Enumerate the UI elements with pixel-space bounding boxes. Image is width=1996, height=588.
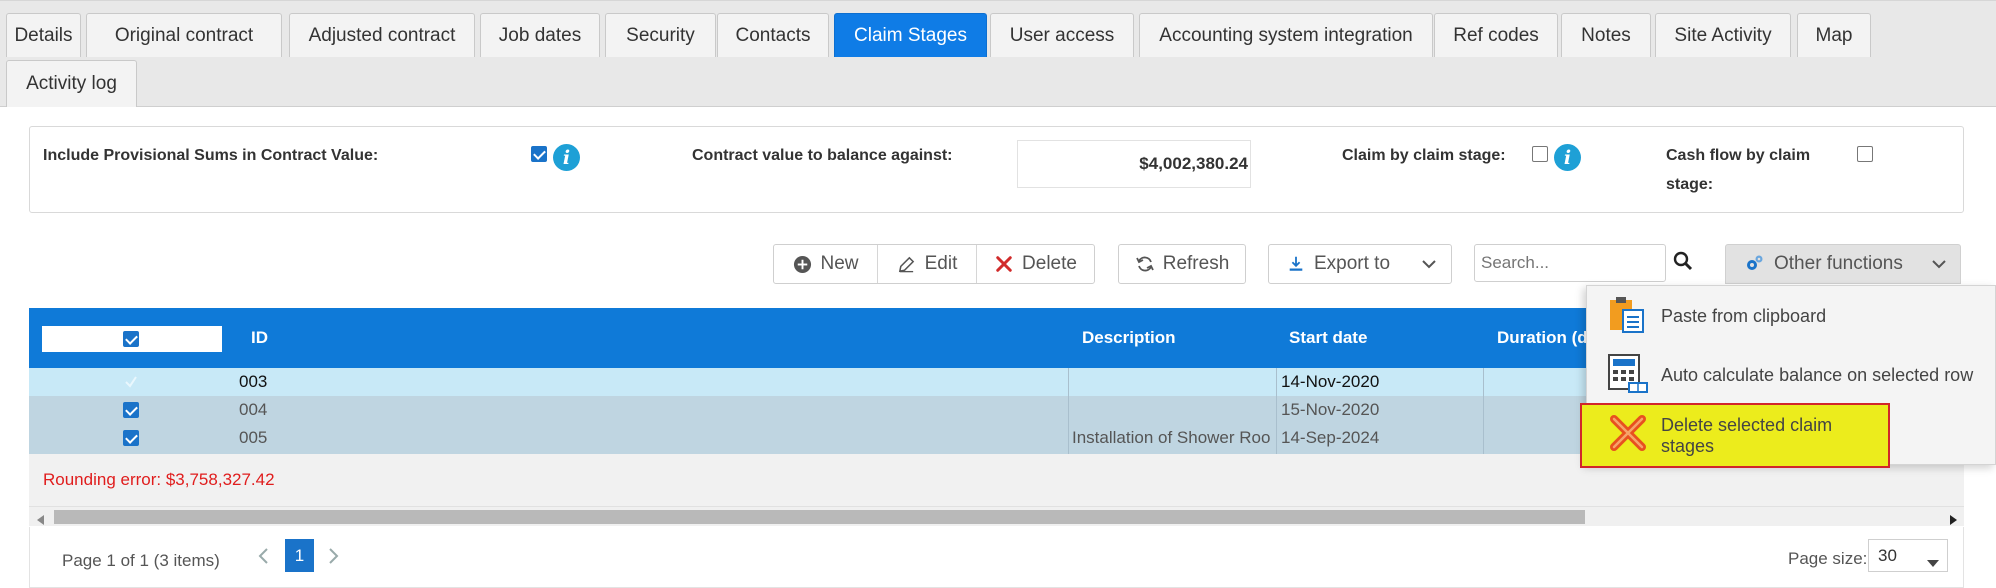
column-divider [1276,368,1277,454]
delete-x-icon [1608,413,1648,458]
menu-item-label: Auto calculate balance on selected row [1661,364,1974,385]
tab-activity-log[interactable]: Activity log [6,60,137,107]
column-divider [1483,368,1484,454]
new-button[interactable]: New [774,245,878,283]
clipboard-icon [1607,294,1647,339]
row-checkbox[interactable] [123,402,139,418]
tab-notes[interactable]: Notes [1561,13,1651,57]
include-provisional-label: Include Provisional Sums in Contract Val… [43,147,379,164]
delete-label: Delete [1022,253,1077,274]
refresh-label: Refresh [1162,253,1230,274]
export-label: Export to [1313,253,1391,274]
contract-value-label: Contract value to balance against: [692,147,953,164]
delete-x-icon [994,254,1014,274]
tab-user-access[interactable]: User access [990,13,1134,57]
prev-page-icon[interactable] [257,547,269,570]
contract-value-field[interactable]: $4,002,380.24 [1017,140,1251,188]
row-start-date: 14-Sep-2024 [1281,428,1380,447]
search-input[interactable] [1474,244,1666,282]
delete-button[interactable]: Delete [977,245,1094,283]
chevron-down-icon [1929,254,1949,274]
edit-label: Edit [924,253,958,274]
refresh-button-group: Refresh [1118,244,1246,284]
cash-flow-checkbox[interactable] [1857,146,1873,162]
tab-accounting-system-integration[interactable]: Accounting system integration [1139,13,1433,57]
gears-icon [1744,254,1764,274]
row-id: 003 [239,372,268,391]
cash-flow-label-cont: stage: [1666,176,1714,193]
tab-claim-stages[interactable]: Claim Stages [834,13,987,57]
row-checkbox[interactable] [123,368,139,396]
menu-item-label: Paste from clipboard [1661,305,1827,326]
edit-button[interactable]: Edit [878,245,977,283]
info-icon[interactable]: i [553,144,580,171]
menu-item-paste-from-clipboard[interactable]: Paste from clipboard [1587,287,1996,345]
export-button-group: Export to [1268,244,1452,284]
row-description [1072,396,1232,424]
row-description: Installation of Shower Roo [1072,428,1271,447]
horizontal-scrollbar[interactable] [29,506,1964,526]
tab-bar: Details Original contract Adjusted contr… [0,0,1996,107]
row-id: 005 [239,428,268,447]
row-checkbox[interactable] [123,430,139,446]
plus-circle-icon [792,254,812,274]
select-all-checkbox[interactable] [123,331,139,347]
column-header-id[interactable]: ID [251,308,268,368]
export-button[interactable]: Export to [1269,245,1407,283]
search-icon[interactable] [1673,251,1693,276]
menu-item-auto-calculate-balance[interactable]: Auto calculate balance on selected row [1587,346,1996,404]
other-functions-label: Other functions [1774,253,1903,274]
calculator-icon [1607,353,1649,398]
cash-flow-label: Cash flow by claim [1666,147,1811,164]
column-header-description[interactable]: Description [1082,308,1176,368]
pager: Page 1 of 1 (3 items) 1 Page size: 30 [29,527,1964,588]
page-size-select[interactable]: 30 [1868,539,1948,572]
info-icon[interactable]: i [1554,144,1581,171]
menu-item-label: Delete selected claim stages [1661,414,1833,456]
column-header-duration[interactable]: Duration (d [1497,308,1588,368]
tab-adjusted-contract[interactable]: Adjusted contract [289,13,475,57]
chevron-down-icon [1419,254,1439,274]
tab-contacts[interactable]: Contacts [717,13,829,57]
claim-by-stage-label: Claim by claim stage: [1342,147,1506,164]
crud-button-group: New Edit Delete [773,244,1095,284]
pager-summary: Page 1 of 1 (3 items) [62,551,220,570]
row-start-date: 15-Nov-2020 [1281,400,1380,419]
refresh-icon [1135,254,1155,274]
export-dropdown-toggle[interactable] [1407,245,1451,283]
page-size-label: Page size: [1788,549,1868,568]
new-label: New [820,253,859,274]
row-id: 004 [239,400,268,419]
page: { "tabs": [ {"label": "Details", "active… [0,0,1996,588]
tab-job-dates[interactable]: Job dates [480,13,600,57]
tab-security[interactable]: Security [605,13,716,57]
scrollbar-thumb[interactable] [54,510,1585,524]
pencil-icon [897,254,917,274]
tab-details[interactable]: Details [6,13,81,57]
download-icon [1286,254,1306,274]
refresh-button[interactable]: Refresh [1119,245,1245,283]
tab-site-activity[interactable]: Site Activity [1655,13,1791,57]
column-divider [1068,368,1069,454]
other-functions-menu: Paste from clipboard Auto calculate bala… [1580,285,1996,468]
next-page-icon[interactable] [328,547,340,570]
row-description [1072,368,1232,396]
include-provisional-checkbox[interactable] [531,146,547,162]
tab-map[interactable]: Map [1797,13,1871,57]
menu-item-delete-selected-claim-stages[interactable]: Delete selected claim stages [1580,403,1890,468]
caret-down-icon [1927,553,1939,573]
other-functions-button[interactable]: Other functions [1725,244,1961,284]
page-number-button[interactable]: 1 [285,539,314,572]
tab-ref-codes[interactable]: Ref codes [1434,13,1558,57]
page-size-value: 30 [1878,545,1897,565]
column-header-start-date[interactable]: Start date [1289,308,1367,368]
claim-by-stage-checkbox[interactable] [1532,146,1548,162]
row-start-date: 14-Nov-2020 [1281,372,1380,391]
tab-original-contract[interactable]: Original contract [86,13,282,57]
